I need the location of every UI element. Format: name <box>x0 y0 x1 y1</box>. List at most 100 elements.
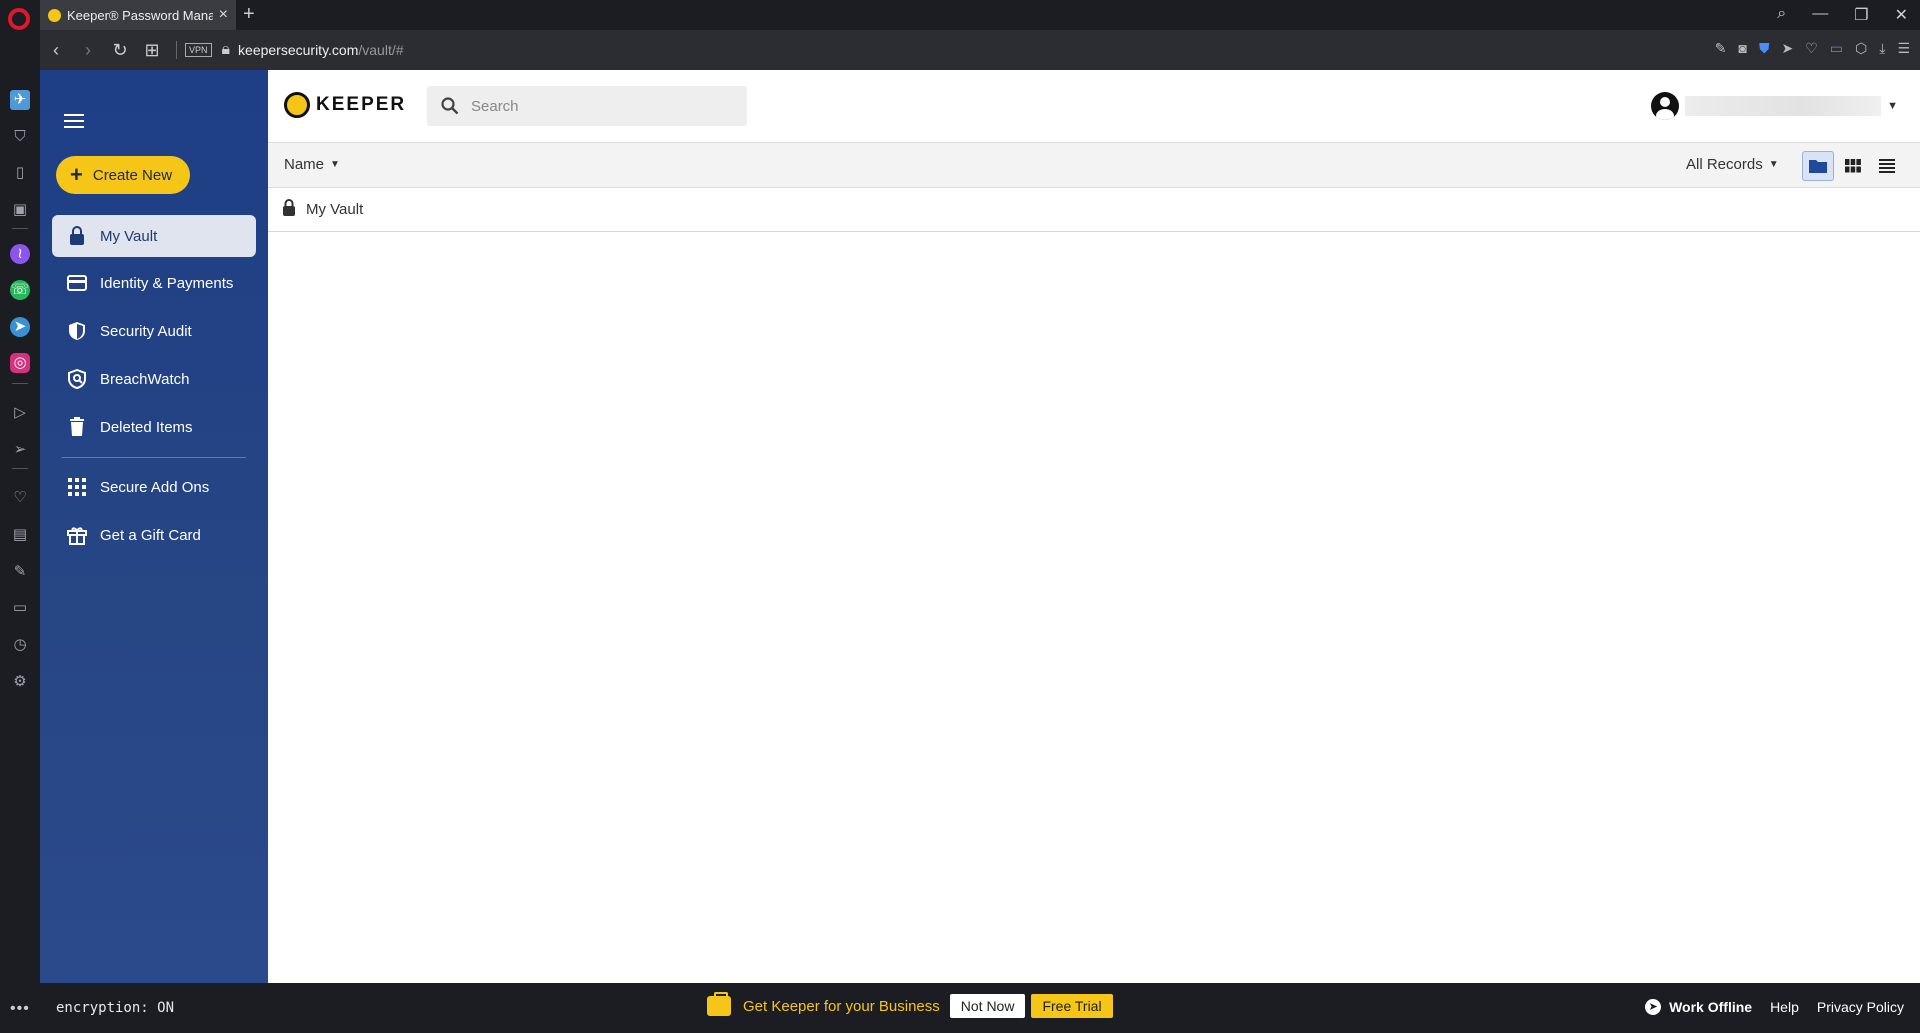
filter-label: All Records <box>1686 156 1763 173</box>
address-bar: ‹ › ↻ ⊞ VPN 🔒︎ keepersecurity.com/vault/… <box>40 30 1920 70</box>
restore-icon[interactable]: ❐ <box>1854 5 1868 25</box>
free-trial-button[interactable]: Free Trial <box>1031 994 1113 1018</box>
app-footer: encryption: ON Get Keeper for your Busin… <box>40 983 1920 1033</box>
edit-icon[interactable]: ✎ <box>1715 40 1727 57</box>
work-offline-link[interactable]: ➤ Work Offline <box>1645 999 1752 1015</box>
side-divider <box>12 383 28 384</box>
back-icon[interactable]: ‹ <box>40 40 72 61</box>
sidebar-item-secure-add-ons[interactable]: Secure Add Ons <box>52 466 256 508</box>
app-sidebar: + Create New My Vault Identity & Payment… <box>40 70 268 983</box>
folder-icon <box>1809 160 1827 173</box>
tab-title: Keeper® Password Manag <box>67 7 213 23</box>
book-icon[interactable]: ▯ <box>10 163 30 183</box>
trash-icon <box>66 417 88 437</box>
not-now-button[interactable]: Not Now <box>949 994 1026 1018</box>
avatar[interactable] <box>1651 92 1680 120</box>
credit-card-icon <box>66 273 88 293</box>
extension-icons: ✎ ◙ ⛊ ➤ ♡ ▭ ⬡ ⤓ ☰ <box>1715 40 1910 57</box>
vault-main: KEEPER ▼ Name ▼ All Records ▼ <box>268 70 1920 983</box>
heart-icon[interactable]: ♡ <box>1805 40 1818 57</box>
briefcase-icon <box>707 992 731 1016</box>
hamburger-menu-icon[interactable] <box>64 114 84 128</box>
url-host: keepersecurity.com <box>238 42 359 58</box>
instagram-icon[interactable]: ◎ <box>10 353 30 373</box>
reload-icon[interactable]: ↻ <box>104 40 136 61</box>
briefcase-icon[interactable]: ▣ <box>10 200 30 220</box>
keeper-logo[interactable]: KEEPER <box>284 92 406 118</box>
help-link[interactable]: Help <box>1770 999 1799 1015</box>
close-window-icon[interactable]: ✕ <box>1895 5 1908 25</box>
keeper-extension-icon[interactable]: ▭ <box>1830 40 1843 57</box>
breadcrumb-my-vault[interactable]: My Vault <box>306 201 363 218</box>
sidebar-item-deleted-items[interactable]: Deleted Items <box>52 406 256 448</box>
account-email-redacted <box>1685 96 1882 116</box>
grid-icon <box>66 477 88 497</box>
folder-view-button[interactable] <box>1802 151 1834 181</box>
chevron-down-icon: ▼ <box>1768 159 1779 170</box>
sidebar-item-label: Identity & Payments <box>100 274 234 292</box>
messenger-icon[interactable]: ≀ <box>10 244 30 264</box>
shopping-bag-icon[interactable]: ⛉ <box>10 127 30 147</box>
account-menu[interactable]: ▼ <box>1651 92 1898 120</box>
record-filter-dropdown[interactable]: All Records ▼ <box>1686 156 1779 173</box>
settings-gear-icon[interactable]: ⚙ <box>10 672 30 692</box>
player-icon[interactable]: ▷ <box>10 403 30 423</box>
telegram-icon[interactable]: ➤ <box>10 317 30 337</box>
whatsapp-icon[interactable]: ☏ <box>10 280 30 300</box>
tab-grid-icon[interactable]: ⊞ <box>136 40 168 61</box>
chevron-down-icon: ▼ <box>330 159 340 170</box>
cube-icon[interactable]: ⬡ <box>1855 40 1867 57</box>
lock-icon <box>66 226 88 246</box>
new-tab-icon[interactable]: + <box>243 3 255 26</box>
sort-dropdown[interactable]: Name ▼ <box>284 156 340 173</box>
pinboard-icon[interactable]: ✎ <box>10 562 30 582</box>
app-header: KEEPER ▼ <box>268 70 1920 142</box>
browser-tab[interactable]: Keeper® Password Manag × <box>40 0 236 30</box>
sidebar-item-label: Secure Add Ons <box>100 478 210 496</box>
shield-extension-icon[interactable]: ⛊ <box>1759 40 1770 57</box>
sidebar-item-identity-payments[interactable]: Identity & Payments <box>52 262 256 304</box>
search-icon <box>441 97 459 115</box>
minimize-icon[interactable]: — <box>1812 5 1828 25</box>
search-input[interactable] <box>471 97 721 115</box>
sidebar-item-security-audit[interactable]: Security Audit <box>52 310 256 352</box>
forward-icon[interactable]: › <box>72 40 104 61</box>
promo-text[interactable]: Get Keeper for your Business <box>743 998 940 1015</box>
sidebar-item-my-vault[interactable]: My Vault <box>52 215 256 257</box>
chevron-down-icon[interactable]: ▼ <box>1887 100 1898 112</box>
flow-icon[interactable]: ➢ <box>10 440 30 460</box>
close-tab-icon[interactable]: × <box>219 6 228 24</box>
sidebar-item-label: Get a Gift Card <box>100 526 201 544</box>
grid-view-button[interactable] <box>1837 151 1869 181</box>
sidebar-item-label: Security Audit <box>100 322 192 340</box>
sidebar-item-gift-card[interactable]: Get a Gift Card <box>52 514 256 556</box>
work-offline-label: Work Offline <box>1669 999 1753 1015</box>
easy-setup-icon[interactable]: ☰ <box>1897 40 1910 57</box>
footer-links: ➤ Work Offline Help Privacy Policy <box>1645 999 1904 1015</box>
tabs-icon[interactable]: ▭ <box>10 598 30 618</box>
aria-icon[interactable]: ✈ <box>10 90 30 110</box>
download-icon[interactable]: ⤓ <box>1879 40 1885 57</box>
search-box[interactable] <box>427 86 747 126</box>
create-new-button[interactable]: + Create New <box>56 156 190 194</box>
news-icon[interactable]: ▤ <box>10 525 30 545</box>
url-field[interactable]: keepersecurity.com/vault/# <box>238 42 403 58</box>
history-icon[interactable]: ◷ <box>10 635 30 655</box>
send-icon[interactable]: ➤ <box>1781 40 1793 57</box>
address-separator <box>176 41 177 59</box>
privacy-policy-link[interactable]: Privacy Policy <box>1817 999 1904 1015</box>
camera-icon[interactable]: ◙ <box>1739 40 1747 57</box>
padlock-icon[interactable]: 🔒︎ <box>222 41 231 59</box>
vault-toolbar: Name ▼ All Records ▼ <box>268 142 1920 188</box>
opera-logo-icon[interactable] <box>8 8 30 30</box>
sort-label: Name <box>284 156 325 173</box>
sidebar-item-breachwatch[interactable]: BreachWatch <box>52 358 256 400</box>
breadcrumb: My Vault <box>268 188 1920 232</box>
gift-icon <box>66 525 88 545</box>
search-tabs-icon[interactable]: ⌕ <box>1777 5 1786 25</box>
more-icon[interactable]: ••• <box>10 1000 30 1018</box>
vpn-badge[interactable]: VPN <box>185 43 212 57</box>
plus-icon: + <box>70 162 83 187</box>
bookmarks-heart-icon[interactable]: ♡ <box>10 488 30 508</box>
list-view-button[interactable] <box>1871 151 1903 181</box>
